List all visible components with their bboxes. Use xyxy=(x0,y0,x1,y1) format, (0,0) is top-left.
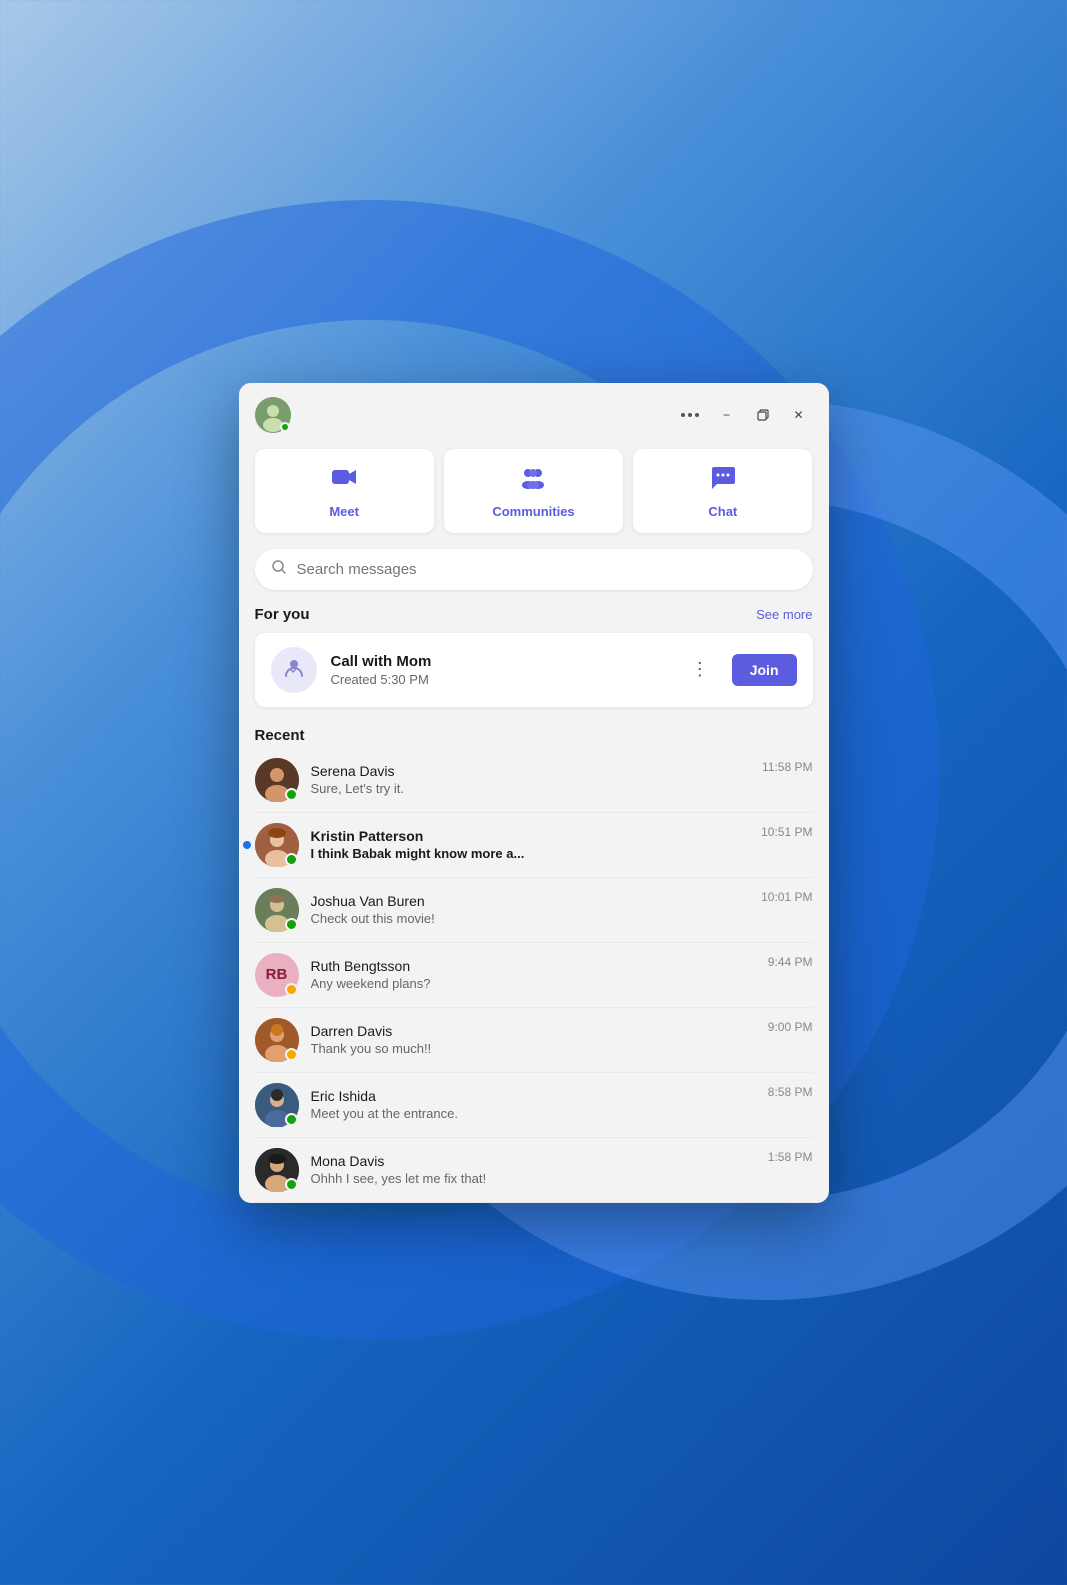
chat-label: Chat xyxy=(708,504,737,519)
chat-preview: Check out this movie! xyxy=(311,911,750,926)
chat-name: Mona Davis xyxy=(311,1153,756,1169)
chat-name: Ruth Bengtsson xyxy=(311,958,756,974)
search-bar xyxy=(255,549,813,590)
chat-button[interactable]: Chat xyxy=(633,449,812,533)
chat-time: 11:58 PM xyxy=(762,758,812,774)
chat-preview: Meet you at the entrance. xyxy=(311,1106,756,1121)
chat-preview: I think Babak might know more a... xyxy=(311,846,750,861)
online-indicator xyxy=(280,422,290,432)
status-indicator xyxy=(285,853,298,866)
search-input[interactable] xyxy=(297,561,797,578)
chat-item-darren[interactable]: Darren Davis Thank you so much!! 9:00 PM xyxy=(255,1008,813,1073)
chat-item-kristin[interactable]: Kristin Patterson I think Babak might kn… xyxy=(255,813,813,878)
search-icon xyxy=(271,559,287,580)
chat-content: Serena Davis Sure, Let's try it. xyxy=(311,763,751,796)
meet-button[interactable]: Meet xyxy=(255,449,434,533)
chat-time: 10:51 PM xyxy=(761,823,812,839)
recent-section: Recent Serena Davis Sure, Let xyxy=(239,727,829,1203)
chat-content: Eric Ishida Meet you at the entrance. xyxy=(311,1088,756,1121)
more-options-button[interactable] xyxy=(675,409,705,421)
chat-item-serena[interactable]: Serena Davis Sure, Let's try it. 11:58 P… xyxy=(255,748,813,813)
unread-indicator xyxy=(243,841,251,849)
avatar-wrap xyxy=(255,823,299,867)
chat-list: Serena Davis Sure, Let's try it. 11:58 P… xyxy=(255,748,813,1203)
chat-name: Serena Davis xyxy=(311,763,751,779)
call-more-options[interactable]: ⋮ xyxy=(683,655,718,684)
chat-name: Kristin Patterson xyxy=(311,828,750,844)
title-bar: − ✕ xyxy=(239,383,829,443)
chat-icon xyxy=(709,463,737,496)
chat-content: Ruth Bengtsson Any weekend plans? xyxy=(311,958,756,991)
user-avatar[interactable] xyxy=(255,397,291,433)
close-button[interactable]: ✕ xyxy=(785,401,813,429)
call-icon xyxy=(271,647,317,693)
avatar-wrap xyxy=(255,1148,299,1192)
status-indicator xyxy=(285,1113,298,1126)
avatar-wrap xyxy=(255,758,299,802)
avatar-wrap xyxy=(255,1083,299,1127)
chat-preview: Ohhh I see, yes let me fix that! xyxy=(311,1171,756,1186)
join-button[interactable]: Join xyxy=(732,654,797,686)
app-window: − ✕ Meet xyxy=(239,383,829,1203)
chat-name: Eric Ishida xyxy=(311,1088,756,1104)
see-more-button[interactable]: See more xyxy=(756,607,812,622)
chat-name: Darren Davis xyxy=(311,1023,756,1039)
call-card[interactable]: Call with Mom Created 5:30 PM ⋮ Join xyxy=(255,633,813,707)
chat-time: 9:44 PM xyxy=(768,953,813,969)
for-you-header: For you See more xyxy=(255,606,813,623)
communities-button[interactable]: Communities xyxy=(444,449,623,533)
recent-title: Recent xyxy=(255,727,813,744)
for-you-title: For you xyxy=(255,606,310,623)
chat-content: Mona Davis Ohhh I see, yes let me fix th… xyxy=(311,1153,756,1186)
chat-content: Joshua Van Buren Check out this movie! xyxy=(311,893,750,926)
chat-content: Kristin Patterson I think Babak might kn… xyxy=(311,828,750,861)
minimize-button[interactable]: − xyxy=(713,401,741,429)
chat-item-mona[interactable]: Mona Davis Ohhh I see, yes let me fix th… xyxy=(255,1138,813,1203)
status-indicator xyxy=(285,1178,298,1191)
chat-name: Joshua Van Buren xyxy=(311,893,750,909)
chat-item-eric[interactable]: Eric Ishida Meet you at the entrance. 8:… xyxy=(255,1073,813,1138)
chat-preview: Any weekend plans? xyxy=(311,976,756,991)
status-indicator xyxy=(285,918,298,931)
status-indicator xyxy=(285,1048,298,1061)
chat-preview: Thank you so much!! xyxy=(311,1041,756,1056)
meet-icon xyxy=(330,463,358,496)
avatar-wrap xyxy=(255,888,299,932)
avatar-wrap: RB xyxy=(255,953,299,997)
avatar-wrap xyxy=(255,1018,299,1062)
chat-item-joshua[interactable]: Joshua Van Buren Check out this movie! 1… xyxy=(255,878,813,943)
meet-label: Meet xyxy=(329,504,359,519)
window-controls: − ✕ xyxy=(675,401,813,429)
chat-item-ruth[interactable]: RB Ruth Bengtsson Any weekend plans? 9:4… xyxy=(255,943,813,1008)
chat-preview: Sure, Let's try it. xyxy=(311,781,751,796)
call-created: Created 5:30 PM xyxy=(331,672,669,687)
communities-label: Communities xyxy=(492,504,574,519)
chat-time: 8:58 PM xyxy=(768,1083,813,1099)
restore-button[interactable] xyxy=(749,401,777,429)
call-info: Call with Mom Created 5:30 PM xyxy=(331,653,669,687)
status-indicator xyxy=(285,983,298,996)
nav-buttons: Meet Communities xyxy=(239,443,829,549)
for-you-section: For you See more Call with Mom Created 5… xyxy=(239,606,829,707)
communities-icon xyxy=(519,463,547,496)
chat-content: Darren Davis Thank you so much!! xyxy=(311,1023,756,1056)
chat-time: 10:01 PM xyxy=(761,888,812,904)
call-title: Call with Mom xyxy=(331,653,669,670)
chat-time: 1:58 PM xyxy=(768,1148,813,1164)
status-indicator xyxy=(285,788,298,801)
chat-time: 9:00 PM xyxy=(768,1018,813,1034)
